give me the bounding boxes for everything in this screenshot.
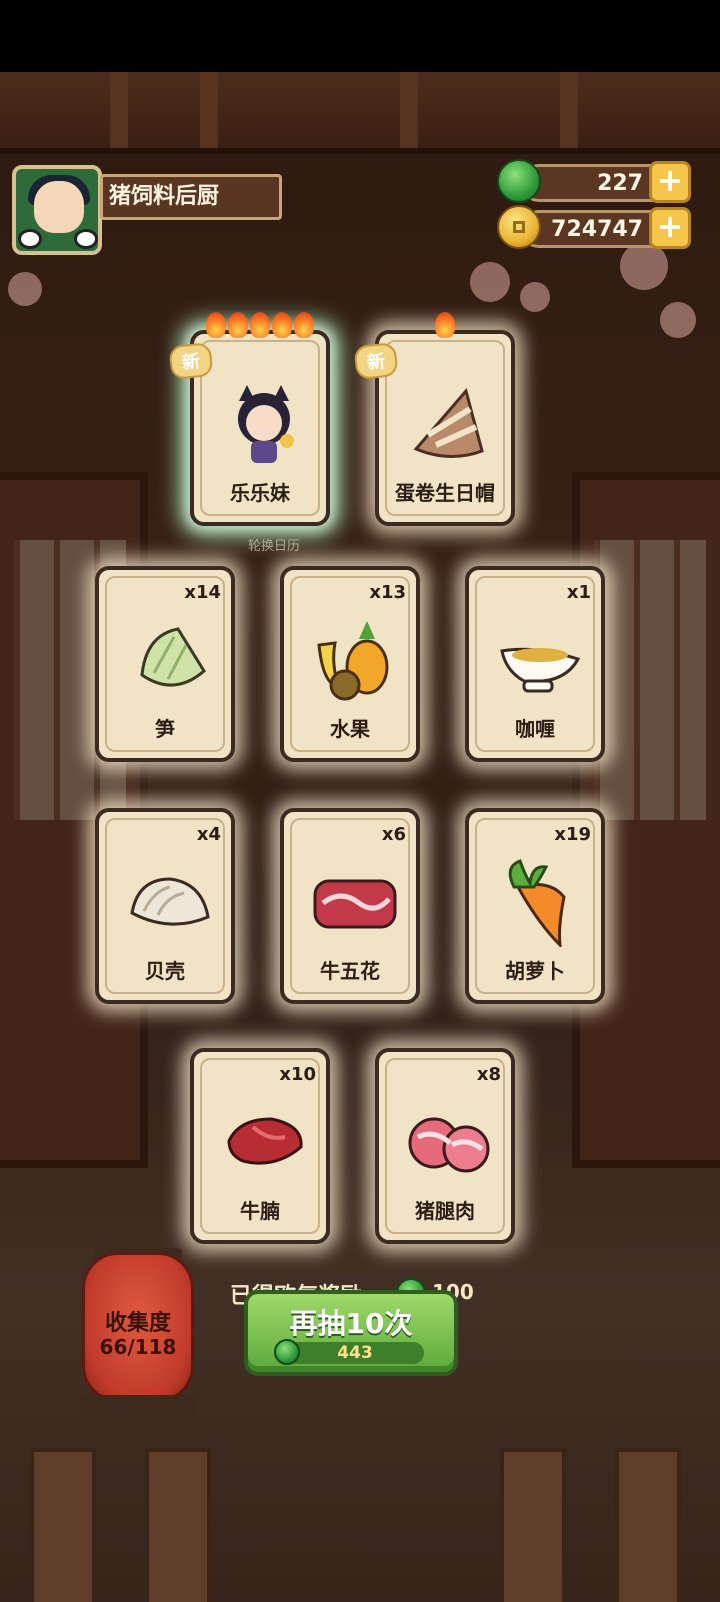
reward-card-character[interactable]: 新 乐乐妹 bbox=[168, 312, 330, 526]
status-bar bbox=[0, 0, 720, 72]
reward-card-fruit[interactable]: x13 水果 bbox=[280, 566, 420, 762]
reward-card-shell[interactable]: x4 贝壳 bbox=[95, 808, 235, 1004]
card-name: 贝壳 bbox=[145, 959, 185, 983]
draw-cost-bar: 443 bbox=[274, 1339, 424, 1365]
card-name: 牛五花 bbox=[320, 959, 380, 983]
card-name: 蛋卷生日帽 bbox=[395, 481, 495, 505]
beef-belly-icon bbox=[313, 879, 397, 929]
card-qty: x4 bbox=[196, 824, 221, 845]
draw-cost: 443 bbox=[337, 1343, 373, 1363]
player-name: 猪饲料后厨 bbox=[100, 174, 282, 220]
faint-label: 轮换日历 bbox=[248, 539, 301, 554]
card-name: 牛腩 bbox=[240, 1199, 280, 1223]
card-qty: x1 bbox=[566, 582, 591, 603]
card-qty: x10 bbox=[279, 1064, 316, 1085]
add-jade-button[interactable]: + bbox=[649, 161, 691, 203]
add-coin-button[interactable]: + bbox=[649, 207, 691, 249]
character-girl-icon bbox=[238, 385, 294, 463]
reward-card-pork-leg[interactable]: x8 猪腿肉 bbox=[375, 1048, 515, 1244]
card-name: 猪腿肉 bbox=[415, 1199, 475, 1223]
reward-card-beef-belly[interactable]: x6 牛五花 bbox=[280, 808, 420, 1004]
fruit-basket-icon bbox=[317, 621, 389, 701]
pork-leg-icon bbox=[408, 1117, 490, 1173]
curry-gravy-boat-icon bbox=[500, 647, 581, 693]
beef-brisket-icon bbox=[227, 1117, 303, 1165]
reward-card-carrot[interactable]: x19 胡萝卜 bbox=[465, 808, 605, 1004]
carrot-icon bbox=[508, 859, 566, 947]
reward-card-hat[interactable]: 新 蛋卷生日帽 bbox=[353, 312, 515, 526]
jade-icon bbox=[497, 159, 541, 203]
new-badge: 新 bbox=[168, 341, 214, 381]
coin-amount: 724747 bbox=[551, 217, 643, 242]
card-qty: x14 bbox=[184, 582, 221, 603]
rarity-flames bbox=[194, 312, 326, 344]
clam-shell-icon bbox=[130, 877, 210, 926]
card-name: 胡萝卜 bbox=[505, 959, 565, 983]
card-name: 咖喱 bbox=[515, 717, 555, 741]
card-qty: x6 bbox=[381, 824, 406, 845]
card-name: 乐乐妹 bbox=[230, 481, 290, 505]
collection-progress: 66/118 bbox=[99, 1335, 177, 1359]
reward-card-beef-brisket[interactable]: x10 牛腩 bbox=[190, 1048, 330, 1244]
reward-card-curry[interactable]: x1 咖喱 bbox=[465, 566, 605, 762]
party-hat-icon bbox=[413, 387, 484, 459]
collection-label: 收集度 bbox=[104, 1311, 171, 1336]
card-name: 水果 bbox=[330, 717, 370, 741]
new-badge: 新 bbox=[353, 341, 399, 381]
rarity-flames bbox=[379, 312, 511, 344]
coin-icon bbox=[497, 205, 541, 249]
collection-lantern[interactable]: 收集度 66/118 bbox=[82, 1252, 194, 1402]
lantern-base bbox=[80, 1395, 196, 1417]
coin-currency: 724747 + bbox=[497, 205, 691, 249]
card-name: 笋 bbox=[155, 717, 175, 741]
reward-card-bamboo[interactable]: x14 笋 bbox=[95, 566, 235, 762]
player-avatar[interactable] bbox=[12, 165, 102, 255]
draw-button-label: 再抽10次 bbox=[289, 1307, 413, 1340]
card-qty: x8 bbox=[476, 1064, 501, 1085]
bamboo-shoot-icon bbox=[140, 627, 206, 687]
card-qty: x13 bbox=[369, 582, 406, 603]
card-qty: x19 bbox=[554, 824, 591, 845]
jade-currency: 227 + bbox=[497, 159, 691, 203]
draw-again-button[interactable]: 再抽10次 443 bbox=[244, 1290, 458, 1376]
jade-amount: 227 bbox=[597, 171, 643, 196]
